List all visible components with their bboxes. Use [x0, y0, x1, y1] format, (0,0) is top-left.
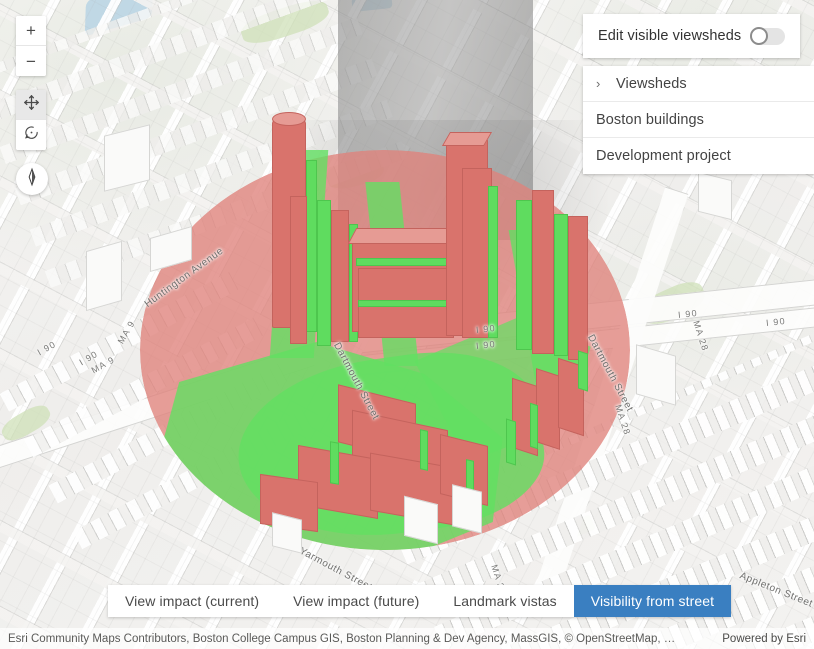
layer-item-label: Development project: [596, 148, 731, 164]
development-building-visible: [330, 441, 339, 485]
existing-building: [86, 240, 122, 312]
development-building-visible: [516, 200, 532, 350]
compass-button[interactable]: [16, 163, 48, 195]
tab-label: View impact (current): [125, 593, 260, 609]
rotate-icon: [23, 124, 40, 146]
powered-by-esri: Powered by Esri: [722, 632, 806, 645]
existing-building: [104, 124, 150, 192]
development-building-visible: [306, 160, 317, 332]
tab-visibility-from-street[interactable]: Visibility from street: [573, 585, 732, 617]
layer-item-development-project[interactable]: Development project: [583, 138, 814, 174]
development-building-roof: [347, 228, 461, 244]
rotate-button[interactable]: [16, 120, 46, 150]
development-building-visible: [420, 429, 428, 471]
development-building-visible: [356, 258, 452, 266]
plus-icon: +: [26, 21, 36, 40]
development-building-visible: [578, 350, 588, 392]
tab-view-impact-current[interactable]: View impact (current): [108, 585, 276, 617]
development-building-visible: [488, 186, 498, 338]
pan-icon: [23, 94, 40, 116]
development-building: [290, 196, 307, 344]
existing-building: [272, 512, 302, 554]
tab-label: View impact (future): [293, 593, 420, 609]
zoom-controls[interactable]: + −: [16, 16, 46, 76]
chevron-right-icon[interactable]: ›: [596, 76, 616, 91]
minus-icon: −: [26, 51, 36, 71]
zoom-in-button[interactable]: +: [16, 16, 46, 46]
existing-building: [698, 171, 732, 221]
scenario-tabbar: View impact (current) View impact (futur…: [108, 585, 732, 617]
development-building-visible: [506, 418, 516, 466]
navigation-controls[interactable]: [16, 90, 46, 150]
toggle-knob: [750, 27, 768, 45]
development-building: [331, 210, 349, 342]
edit-viewsheds-panel: Edit visible viewsheds: [583, 14, 800, 58]
layer-item-label: Boston buildings: [596, 111, 705, 128]
development-building: [536, 368, 560, 450]
app-root: I 90 MA 9 MA 9I 90 Huntington Avenue Dartmou…: [0, 0, 814, 649]
zoom-out-button[interactable]: −: [16, 46, 46, 76]
development-building-roof: [441, 132, 493, 146]
development-building-visible: [358, 300, 452, 307]
layer-list-panel: › Viewsheds Boston buildings Development…: [583, 66, 814, 174]
development-building-roof: [272, 112, 306, 126]
attribution-sources[interactable]: Esri Community Maps Contributors, Boston…: [8, 633, 675, 645]
compass-icon: [22, 167, 42, 192]
development-building-visible: [554, 214, 568, 356]
tab-label: Landmark vistas: [453, 593, 557, 609]
tab-label: Visibility from street: [590, 593, 715, 609]
tab-landmark-vistas[interactable]: Landmark vistas: [436, 585, 573, 617]
grey-tower: [338, 0, 533, 240]
layer-item-viewsheds[interactable]: › Viewsheds: [583, 66, 814, 102]
tab-view-impact-future[interactable]: View impact (future): [276, 585, 436, 617]
layer-item-label: Viewsheds: [616, 75, 687, 92]
development-building-visible: [530, 402, 538, 450]
development-building-visible: [317, 200, 331, 346]
development-building: [568, 216, 588, 360]
edit-viewsheds-toggle[interactable]: [750, 27, 785, 45]
attribution-bar: Esri Community Maps Contributors, Boston…: [0, 628, 814, 649]
existing-building: [404, 495, 438, 545]
layer-item-boston-buildings[interactable]: Boston buildings: [583, 102, 814, 138]
development-building: [532, 190, 554, 354]
existing-building: [452, 484, 482, 534]
edit-viewsheds-label: Edit visible viewsheds: [598, 28, 742, 44]
pan-button[interactable]: [16, 90, 46, 120]
